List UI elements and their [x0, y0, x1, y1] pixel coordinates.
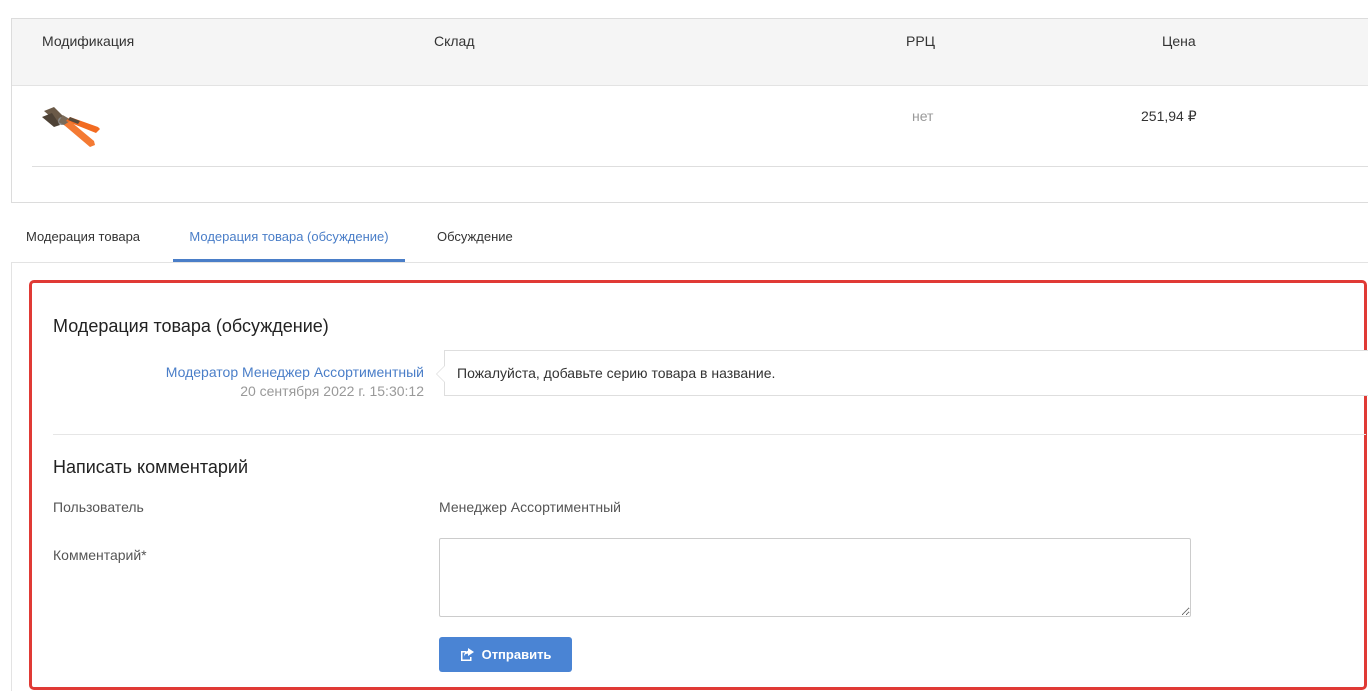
message-bubble: Пожалуйста, добавьте серию товара в назв… [436, 350, 1368, 396]
comment-label: Комментарий* [53, 547, 147, 563]
content-border [11, 263, 12, 691]
message-text: Пожалуйста, добавьте серию товара в назв… [457, 365, 776, 381]
send-button[interactable]: Отправить [439, 637, 572, 672]
header-rrc: РРЦ [906, 33, 936, 49]
message-date: 20 сентября 2022 г. 15:30:12 [240, 383, 424, 399]
share-icon [460, 648, 474, 661]
header-warehouse: Склад [434, 33, 475, 49]
tab-moderation[interactable]: Модерация товара [26, 214, 140, 262]
table-header: Модификация Склад РРЦ Цена [12, 19, 1368, 86]
message-author-block: Модератор Менеджер Ассортиментный 20 сен… [166, 363, 424, 401]
price-value: 251,94 ₽ [1141, 108, 1197, 124]
tab-discussion[interactable]: Обсуждение [437, 214, 513, 262]
header-price: Цена [1162, 33, 1196, 49]
user-label: Пользователь [53, 499, 144, 515]
comment-form-title: Написать комментарий [53, 457, 249, 477]
tab-bar: Модерация товара Модерация товара (обсуж… [11, 214, 1368, 263]
divider [53, 434, 1366, 435]
tab-moderation-discussion[interactable]: Модерация товара (обсуждение) [173, 214, 405, 262]
crimping-pliers-icon [42, 107, 100, 147]
table-row: нет 251,94 ₽ [32, 86, 1368, 167]
send-button-label: Отправить [481, 647, 552, 662]
discussion-title: Модерация товара (обсуждение) [53, 316, 329, 336]
rrc-value: нет [912, 108, 934, 124]
user-value: Менеджер Ассортиментный [439, 499, 621, 515]
highlight-frame [29, 280, 1367, 690]
product-table: Модификация Склад РРЦ Цена нет 251,94 ₽ [11, 18, 1368, 203]
message-author[interactable]: Модератор Менеджер Ассортиментный [166, 363, 424, 381]
comment-textarea[interactable] [439, 538, 1191, 617]
header-modification: Модификация [42, 33, 135, 49]
